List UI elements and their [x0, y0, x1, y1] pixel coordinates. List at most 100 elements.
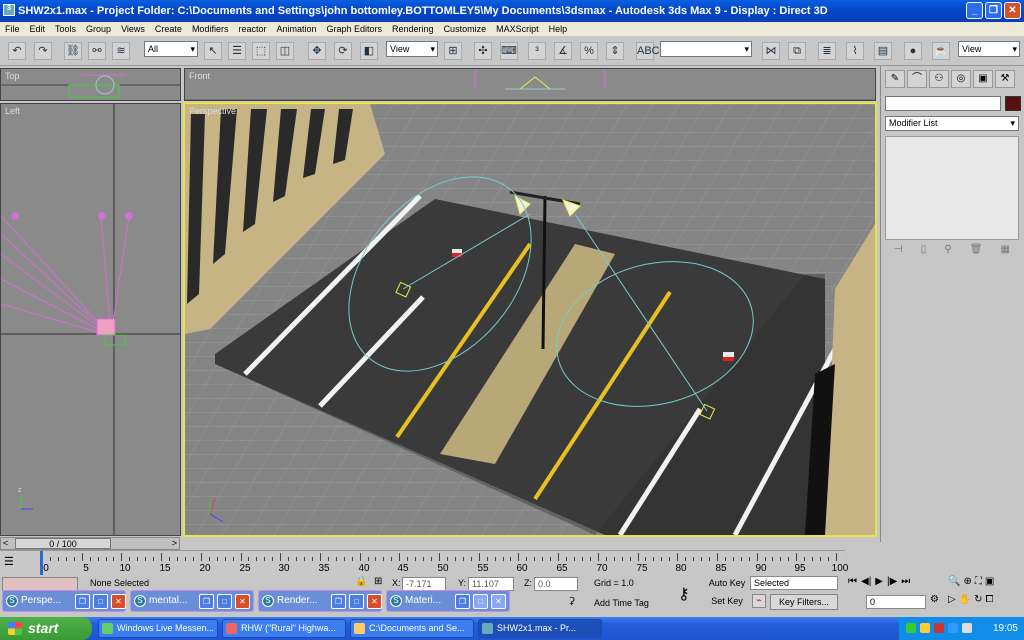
task-explorer-folder[interactable]: C:\Documents and Se... [350, 619, 474, 638]
task-windows-live-messenger[interactable]: Windows Live Messen... [98, 619, 218, 638]
edit-named-selection-icon[interactable]: ABC [636, 42, 660, 60]
utilities-tab-icon[interactable]: ⚒ [995, 70, 1015, 88]
snap-toggle-icon[interactable]: ³ [528, 42, 546, 60]
select-object-icon[interactable]: ↖ [204, 42, 222, 60]
close-button[interactable]: ✕ [1004, 2, 1021, 19]
menu-reactor[interactable]: reactor [233, 24, 271, 34]
viewport-perspective[interactable]: Perspective [183, 102, 877, 537]
maxscript-listener-mini[interactable] [2, 577, 78, 591]
redo-icon[interactable]: ↷ [34, 42, 52, 60]
lock-selection-icon[interactable]: 🔒 [355, 576, 367, 587]
key-filters-button[interactable]: Key Filters... [770, 594, 838, 610]
maximize-icon[interactable]: □ [217, 594, 232, 609]
next-frame-icon[interactable]: |▶ [887, 576, 897, 587]
time-slider[interactable]: < 0 / 100 > [0, 537, 180, 550]
key-mode-dropdown[interactable]: Selected [750, 576, 838, 590]
z-coordinate-field[interactable]: 0.0 [534, 577, 578, 591]
modifier-stack[interactable] [885, 136, 1019, 240]
close-icon[interactable]: ✕ [235, 594, 250, 609]
menu-tools[interactable]: Tools [50, 24, 81, 34]
tray-network-icon[interactable] [906, 623, 916, 633]
go-to-end-icon[interactable]: ⏭ [901, 576, 910, 587]
current-frame-marker[interactable] [40, 551, 43, 575]
zoom-extents-icon[interactable]: ⛶ [975, 576, 982, 587]
reference-coordinate-dropdown[interactable]: View [386, 41, 438, 57]
viewport-top[interactable]: Top [0, 68, 181, 101]
current-frame-field[interactable]: 0 [866, 595, 926, 609]
remove-modifier-icon[interactable]: 🗑 [970, 244, 983, 260]
window-crossing-icon[interactable]: ◫ [276, 42, 294, 60]
app-icon[interactable]: 3 [3, 4, 15, 16]
floating-window-perspective[interactable]: S Perspe... ❐ □ ✕ [2, 590, 126, 612]
track-bar[interactable]: ☰ 0 5 10 15 20 25 30 35 40 45 50 55 60 65 70 75 80 85 90 95… [0, 550, 848, 576]
title-bar[interactable]: 3 SHW2x1.max - Project Folder: C:\Docume… [0, 0, 1024, 22]
floating-window-mental-ray[interactable]: S mental... ❐ □ ✕ [130, 590, 254, 612]
maximize-button[interactable]: ❐ [985, 2, 1002, 19]
material-editor-icon[interactable]: ● [904, 42, 922, 60]
zoom-icon[interactable]: 🔍 [948, 576, 960, 587]
keyboard-shortcut-icon[interactable]: ⌨ [500, 42, 518, 60]
configure-sets-icon[interactable]: ▦ [1000, 244, 1009, 260]
object-color-swatch[interactable] [1005, 96, 1021, 111]
named-selection-dropdown[interactable] [660, 41, 752, 57]
y-coordinate-field[interactable]: 11.107 [468, 577, 514, 591]
modify-tab-icon[interactable]: ⌒ [907, 70, 927, 88]
restore-icon[interactable]: ❐ [455, 594, 470, 609]
viewport-left[interactable]: Left z [0, 103, 181, 536]
display-tab-icon[interactable]: ▣ [973, 70, 993, 88]
move-icon[interactable]: ✥ [308, 42, 326, 60]
select-link-icon[interactable]: ⛓ [64, 42, 82, 60]
show-end-result-icon[interactable]: ▯ [921, 244, 927, 260]
time-prev-icon[interactable]: < [3, 538, 8, 548]
play-icon[interactable]: ▶ [875, 576, 883, 587]
scale-icon[interactable]: ◧ [360, 42, 378, 60]
add-time-tag-button[interactable]: Add Time Tag [594, 598, 649, 608]
select-manipulate-icon[interactable]: ✣ [474, 42, 492, 60]
set-key-button[interactable]: Set Key [708, 594, 746, 610]
time-config-icon[interactable]: ⚙ [930, 594, 939, 605]
menu-maxscript[interactable]: MAXScript [491, 24, 544, 34]
layer-manager-icon[interactable]: ≣ [818, 42, 836, 60]
menu-rendering[interactable]: Rendering [387, 24, 439, 34]
hierarchy-tab-icon[interactable]: ⚇ [929, 70, 949, 88]
render-view-dropdown[interactable]: View [958, 41, 1020, 57]
mirror-icon[interactable]: ⋈ [762, 42, 780, 60]
floating-window-material[interactable]: S Materi... ❐ □ ✕ [386, 590, 510, 612]
percent-snap-icon[interactable]: % [580, 42, 598, 60]
close-icon[interactable]: ✕ [111, 594, 126, 609]
menu-customize[interactable]: Customize [439, 24, 492, 34]
selection-filter-dropdown[interactable]: All [144, 41, 198, 57]
align-icon[interactable]: ⧉ [788, 42, 806, 60]
menu-modifiers[interactable]: Modifiers [187, 24, 234, 34]
unlink-icon[interactable]: ⚯ [88, 42, 106, 60]
menu-animation[interactable]: Animation [271, 24, 321, 34]
restore-icon[interactable]: ❐ [199, 594, 214, 609]
mini-curve-editor-icon[interactable]: ☰ [4, 555, 20, 569]
zoom-all-icon[interactable]: ⊕ [963, 576, 971, 587]
rotate-icon[interactable]: ⟳ [334, 42, 352, 60]
tray-antivirus-icon[interactable] [934, 623, 944, 633]
menu-file[interactable]: File [0, 24, 25, 34]
undo-icon[interactable]: ↶ [8, 42, 26, 60]
menu-views[interactable]: Views [116, 24, 150, 34]
start-button[interactable]: start [0, 617, 92, 640]
maximize-icon[interactable]: □ [349, 594, 364, 609]
zoom-extents-all-icon[interactable]: ▣ [985, 576, 994, 587]
pan-icon[interactable]: ✋ [959, 594, 971, 605]
time-next-icon[interactable]: > [172, 538, 177, 548]
select-by-name-icon[interactable]: ☰ [228, 42, 246, 60]
task-3dsmax[interactable]: SHW2x1.max - Pr... [478, 619, 602, 638]
field-of-view-icon[interactable]: ▷ [948, 594, 956, 605]
close-icon[interactable]: ✕ [491, 594, 506, 609]
close-icon[interactable]: ✕ [367, 594, 382, 609]
tray-volume-icon[interactable] [962, 623, 972, 633]
bind-space-warp-icon[interactable]: ≋ [112, 42, 130, 60]
make-unique-icon[interactable]: ⚲ [944, 244, 951, 260]
curve-editor-icon[interactable]: ⌇ [846, 42, 864, 60]
restore-icon[interactable]: ❐ [75, 594, 90, 609]
tray-security-icon[interactable] [920, 623, 930, 633]
key-filter-icon[interactable]: ⌁ [752, 594, 766, 608]
create-tab-icon[interactable]: ✎ [885, 70, 905, 88]
minimize-button[interactable]: _ [966, 2, 983, 19]
set-key-key-icon[interactable]: ⚷ [678, 584, 690, 604]
